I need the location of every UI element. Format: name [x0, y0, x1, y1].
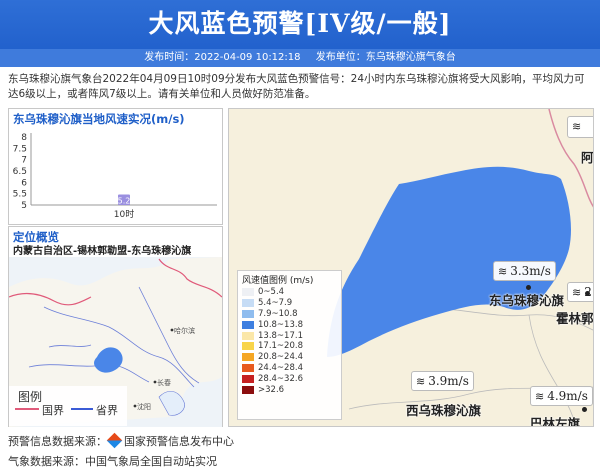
y-tick-label: 8 [21, 133, 27, 143]
legend-swatch [242, 309, 254, 318]
legend-row: 17.1~20.8 [242, 341, 337, 352]
station-dot [582, 407, 587, 412]
national-border-label: 国界 [42, 404, 64, 417]
overview-legend: 图例 国界 省界 [9, 386, 127, 426]
legend-label: 13.8~17.1 [258, 330, 303, 341]
province-border-swatch [71, 408, 93, 410]
legend-swatch [242, 342, 254, 351]
y-tick-label: 7 [21, 156, 27, 166]
y-tick-label: 7.5 [13, 144, 27, 154]
legend-label: 10.8~13.8 [258, 319, 303, 330]
data-label: 5.2 [118, 196, 131, 205]
weather-source: 气象数据来源：中国气象局全国自动站实况 [8, 455, 217, 468]
station-speed-badge[interactable]: ≋ 4.9m/s [530, 386, 593, 406]
wind-icon: ≋ [572, 286, 582, 299]
legend-swatch [242, 353, 254, 362]
station-speed-badge[interactable]: ≋ 3.3m/s [493, 261, 556, 281]
legend-row: 24.4~28.4 [242, 363, 337, 374]
overview-legend-title: 图例 [18, 390, 43, 404]
city-label: 哈尔滨 [174, 326, 195, 335]
legend-row: 5.4~7.9 [242, 298, 337, 309]
city-label: 长春 [157, 378, 171, 387]
station-dot [585, 291, 590, 296]
wind-map-panel[interactable]: 风速值图例 (m/s) 0~5.4 5.4~7.9 7.9~10.8 10.8~13.… [228, 108, 594, 427]
wind-legend-title: 风速值图例 (m/s) [242, 276, 314, 286]
wind-speed-chart-panel: 东乌珠穆沁旗当地风速实况(m/s) 8 7.5 7 6.5 6 5.5 5 5.2 10时 [8, 108, 223, 225]
legend-row: 10.8~13.8 [242, 319, 337, 330]
station-speed-badge[interactable]: ≋ 3.9m/s [411, 371, 474, 391]
header-meta: 发布时间：2022-04-09 10:12:18 发布单位：东乌珠穆沁旗气象台 [0, 49, 600, 67]
y-tick-label: 6.5 [13, 167, 27, 177]
legend-swatch [242, 299, 254, 308]
warning-source: 预警信息数据来源： 国家预警信息发布中心 [8, 432, 234, 449]
y-tick-label: 5.5 [13, 190, 27, 200]
wind-icon: ≋ [572, 120, 582, 133]
legend-label: 7.9~10.8 [258, 308, 298, 319]
legend-row: 0~5.4 [242, 287, 337, 298]
warning-source-link[interactable]: 国家预警信息发布中心 [124, 435, 234, 448]
wind-legend: 风速值图例 (m/s) 0~5.4 5.4~7.9 7.9~10.8 10.8~13.… [237, 270, 342, 420]
header: 大风蓝色预警[IV级/一般] 发布时间：2022-04-09 10:12:18 … [0, 0, 600, 67]
wind-icon: ≋ [535, 390, 545, 403]
legend-label: >32.6 [258, 384, 285, 395]
publisher: 发布单位：东乌珠穆沁旗气象台 [315, 52, 456, 63]
station-name: 巴林左旗 [530, 416, 581, 427]
legend-label: 5.4~7.9 [258, 298, 293, 309]
legend-label: 0~5.4 [258, 287, 285, 298]
cma-logo-icon [106, 432, 123, 449]
y-tick-label: 5 [21, 201, 27, 211]
legend-row: 28.4~32.6 [242, 373, 337, 384]
station-name: 西乌珠穆沁旗 [406, 403, 482, 418]
legend-swatch [242, 288, 254, 297]
warning-summary: 东乌珠穆沁旗气象台2022年04月09日10时09分发布大风蓝色预警信号：24小… [8, 73, 585, 100]
legend-swatch [242, 363, 254, 372]
station-name: 东乌珠穆沁旗 [489, 293, 565, 308]
station-speed-badge[interactable]: ≋ [567, 116, 593, 138]
wind-icon: ≋ [498, 265, 508, 278]
national-border-swatch [15, 408, 39, 410]
legend-row: >32.6 [242, 384, 337, 395]
legend-row: 20.8~24.4 [242, 352, 337, 363]
station-name: 阿 [581, 150, 594, 165]
legend-swatch [242, 385, 254, 394]
legend-swatch [242, 320, 254, 329]
legend-swatch [242, 374, 254, 383]
city-label: 沈阳 [137, 402, 151, 411]
province-border-label: 省界 [96, 404, 118, 417]
legend-label: 24.4~28.4 [258, 362, 303, 373]
wind-icon: ≋ [416, 375, 426, 388]
legend-label: 28.4~32.6 [258, 373, 303, 384]
publish-time: 发布时间：2022-04-09 10:12:18 [144, 52, 301, 63]
legend-swatch [242, 331, 254, 340]
legend-label: 17.1~20.8 [258, 341, 303, 352]
station-name: 霍林郭 [556, 311, 594, 326]
location-path: 内蒙古自治区-锡林郭勒盟-东乌珠穆沁旗 [13, 246, 192, 257]
station-dot [526, 285, 531, 290]
legend-row: 13.8~17.1 [242, 330, 337, 341]
legend-row: 7.9~10.8 [242, 309, 337, 320]
legend-label: 20.8~24.4 [258, 352, 303, 363]
y-tick-label: 6 [21, 178, 27, 188]
page-title: 大风蓝色预警[IV级/一般] [148, 9, 452, 38]
wind-speed-chart: 87.5 76.56 5.55 5.2 10时 [13, 133, 217, 220]
x-tick-label: 10时 [114, 208, 134, 220]
